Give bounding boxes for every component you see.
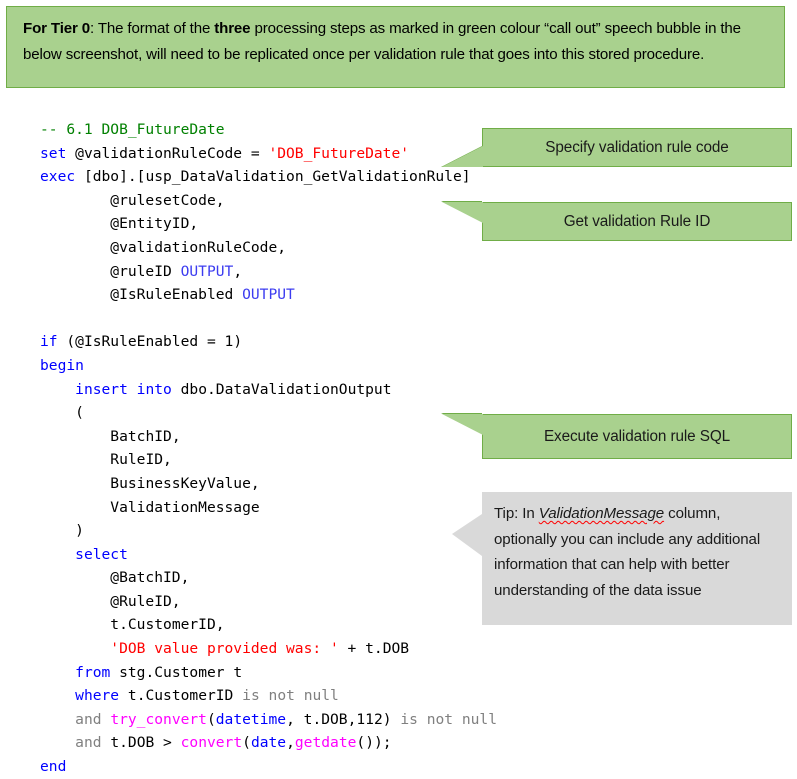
callout-get-validation-rule-id: Get validation Rule ID [442, 202, 792, 241]
code-line: RuleID, [110, 451, 172, 469]
tip-callout-validation-message: Tip: In ValidationMessage column, option… [452, 492, 792, 625]
callout-label: Execute validation rule SQL [543, 427, 731, 445]
callout-label: Specify validation rule code [545, 138, 729, 156]
code-line: t.CustomerID, [110, 616, 225, 634]
callout-tail-icon [442, 414, 483, 435]
code-line: exec [dbo].[usp_DataValidation_GetValida… [40, 168, 471, 186]
code-line: @EntityID, [40, 215, 199, 233]
tier-0-note-box: For Tier 0: The format of the three proc… [6, 6, 785, 88]
callout-specify-validation-rule-code: Specify validation rule code [442, 128, 792, 167]
code-line: select [75, 545, 128, 563]
tier-0-note-label: For Tier 0 [23, 20, 91, 37]
code-line: -- 6.1 DOB_FutureDate [40, 121, 225, 138]
code-line: @IsRuleEnabled OUTPUT [40, 286, 295, 304]
code-line: ValidationMessage [110, 498, 260, 516]
code-line: @BatchID, [40, 569, 190, 587]
code-line: from stg.Customer t [75, 663, 243, 681]
code-line: and t.DOB > convert(date,getdate()); [75, 734, 392, 752]
tip-prefix: Tip: In [494, 505, 539, 522]
code-line: where t.CustomerID is not null [75, 687, 339, 705]
code-line: @rulesetCode, [40, 191, 225, 209]
tip-tail-icon [452, 514, 482, 556]
sql-code-text: -- 6.1 DOB_FutureDateset @validationRule… [40, 118, 497, 779]
callout-tail-icon [442, 146, 483, 167]
callout-tail-icon [442, 202, 483, 223]
tier-0-note-emphasis: three [214, 20, 251, 37]
tier-0-note-part-1: : The format of the [90, 20, 215, 37]
code-line: set @validationRuleCode = 'DOB_FutureDat… [40, 144, 410, 162]
code-line: BatchID, [110, 427, 181, 445]
tier-0-note-text: For Tier 0: The format of the three proc… [23, 16, 770, 67]
code-line: insert into dbo.DataValidationOutput [75, 380, 392, 398]
code-line: @ruleID OUTPUT, [40, 262, 243, 280]
code-line: ) [40, 522, 84, 540]
code-line: @RuleID, [40, 592, 181, 610]
tip-column-name: ValidationMessage [538, 505, 665, 522]
code-line: ( [40, 404, 84, 422]
callout-execute-validation-rule-sql: Execute validation rule SQL [442, 414, 792, 459]
code-line: if (@IsRuleEnabled = 1) [40, 333, 243, 351]
code-line: 'DOB value provided was: ' + t.DOB [110, 640, 410, 658]
code-line: begin [40, 356, 84, 374]
code-line: @validationRuleCode, [40, 238, 287, 256]
code-line: and try_convert(datetime, t.DOB,112) is … [75, 710, 497, 728]
code-line: BusinessKeyValue, [110, 474, 260, 492]
callout-label: Get validation Rule ID [563, 212, 711, 230]
